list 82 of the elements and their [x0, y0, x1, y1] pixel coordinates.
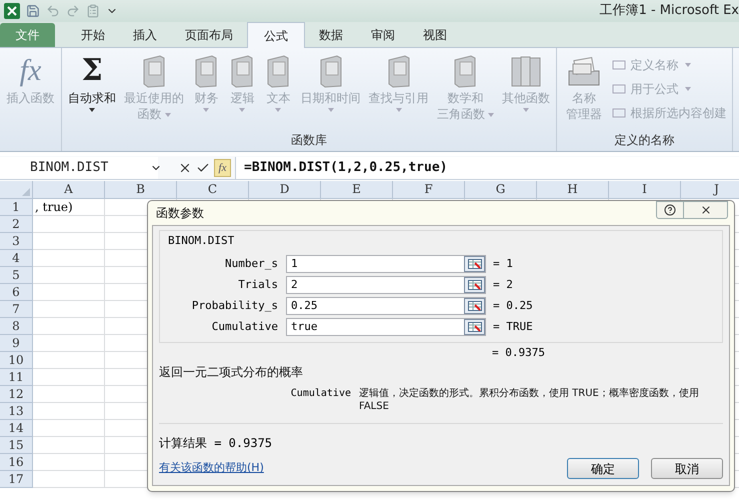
ribbon-tab[interactable]: 公式	[247, 22, 305, 48]
range-select-button[interactable]	[464, 277, 485, 293]
row-header[interactable]: 7	[0, 301, 33, 318]
column-header[interactable]: I	[609, 181, 681, 199]
corner-triangle-icon	[22, 188, 30, 196]
argument-result: = TRUE	[493, 318, 533, 335]
argument-result: = 2	[493, 276, 513, 293]
function-glyph-icon: fx	[20, 54, 42, 88]
function-name: BINOM.DIST	[168, 233, 236, 249]
range-select-button[interactable]	[464, 298, 485, 314]
window-title: 工作簿1 - Microsoft Ex	[600, 2, 739, 20]
clipboard-icon[interactable]	[86, 4, 100, 18]
column-header[interactable]: H	[537, 181, 609, 199]
cell-text: , true)	[34, 199, 74, 216]
group-label: 定义的名称	[614, 132, 676, 149]
card-file-icon	[566, 55, 601, 87]
row-header[interactable]: 16	[0, 454, 33, 471]
row-header[interactable]: 13	[0, 403, 33, 420]
column-header[interactable]: J	[681, 181, 739, 199]
dropdown-caret-icon	[685, 87, 692, 91]
parameter-description: 逻辑值，决定函数的形式。累积分布函数，使用 TRUE；概率密度函数，使用 FALSE	[359, 387, 700, 413]
row-header[interactable]: 9	[0, 335, 33, 352]
books-icon	[510, 54, 542, 88]
column-header[interactable]: F	[393, 181, 465, 199]
ribbon-tab[interactable]: 数据	[305, 23, 357, 47]
dropdown-caret-icon	[685, 63, 692, 67]
close-button[interactable]	[684, 201, 728, 219]
save-icon[interactable]	[26, 4, 40, 18]
argument-label: Number_s	[224, 256, 279, 272]
formula-result: = 0.9375	[492, 344, 546, 360]
row-header[interactable]: 14	[0, 420, 33, 437]
range-select-button[interactable]	[464, 256, 485, 272]
column-header[interactable]: B	[105, 181, 177, 199]
column-header[interactable]: G	[465, 181, 537, 199]
ribbon-tab[interactable]: 页面布局	[171, 23, 247, 47]
row-header[interactable]: 12	[0, 386, 33, 403]
insert-function-button[interactable]: fx	[214, 158, 231, 176]
row-header[interactable]: 6	[0, 284, 33, 301]
column-header[interactable]: D	[249, 181, 321, 199]
argument-label: Cumulative	[210, 318, 279, 335]
dialog-button[interactable]: 确定	[567, 458, 639, 479]
row-header[interactable]: 11	[0, 369, 33, 386]
row-header[interactable]: 2	[0, 216, 33, 233]
ribbon-tab[interactable]: 插入	[119, 23, 171, 47]
function-glyph-icon: Σ	[81, 54, 103, 88]
formula-field[interactable]: =BINOM.DIST(1,2,0.25,true)	[235, 156, 739, 178]
range-select-button[interactable]	[464, 319, 485, 335]
column-header[interactable]: E	[321, 181, 393, 199]
argument-label: Probability_s	[190, 298, 279, 314]
row-header[interactable]: 17	[0, 471, 33, 488]
computed-result: 计算结果 = 0.9375	[159, 435, 274, 452]
column-header[interactable]: C	[177, 181, 249, 199]
row-header[interactable]: 3	[0, 233, 33, 250]
ribbon-tab[interactable]: 审阅	[357, 23, 409, 47]
row-header[interactable]: 5	[0, 267, 33, 284]
row-header[interactable]: 10	[0, 352, 33, 369]
dialog-button[interactable]: 取消	[651, 458, 723, 479]
argument-field[interactable]: 1	[286, 255, 486, 273]
function-description: 返回一元二项式分布的概率	[159, 364, 304, 381]
argument-result: = 1	[493, 256, 513, 272]
row-header[interactable]: 4	[0, 250, 33, 267]
argument-field[interactable]: 2	[286, 276, 486, 294]
ribbon-tab[interactable]: 开始	[67, 23, 119, 47]
ribbon-tab[interactable]: 视图	[409, 23, 461, 47]
help-link[interactable]: 有关该函数的帮助(H)	[159, 460, 264, 477]
argument-field[interactable]: true	[286, 318, 486, 336]
parameter-name: Cumulative	[290, 387, 352, 401]
close-icon	[700, 204, 712, 216]
column-header[interactable]: A	[33, 181, 105, 199]
ribbon-button[interactable]: Σ 自动求和	[65, 48, 120, 112]
dialog-title: 函数参数	[156, 205, 204, 222]
help-button[interactable]	[656, 201, 684, 219]
row-header[interactable]: 8	[0, 318, 33, 335]
group-label: 函数库	[290, 132, 328, 149]
argument-label: Trials	[237, 276, 279, 293]
argument-result: = 0.25	[493, 298, 533, 314]
argument-field[interactable]: 0.25	[286, 297, 486, 315]
name-box[interactable]: BINOM.DIST	[0, 156, 158, 178]
help-icon	[664, 204, 676, 216]
row-header[interactable]: 1	[0, 199, 33, 216]
row-header[interactable]: 15	[0, 437, 33, 454]
spreadsheet-logo-icon	[4, 3, 20, 19]
